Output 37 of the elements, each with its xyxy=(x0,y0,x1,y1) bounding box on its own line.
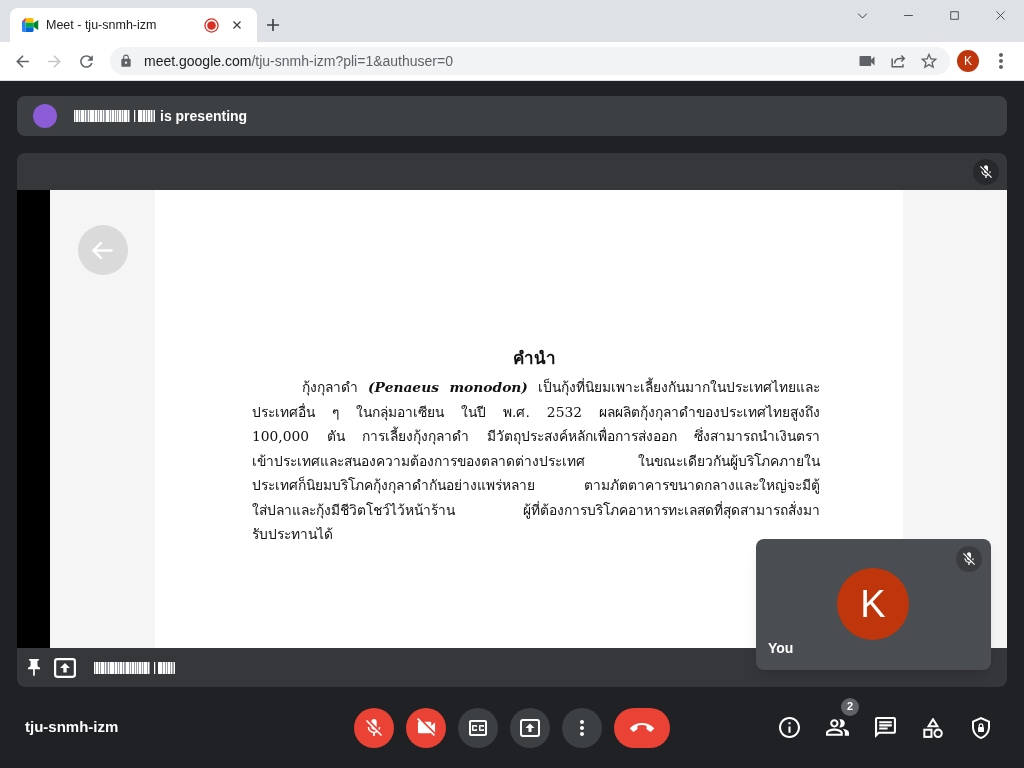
profile-button[interactable]: K xyxy=(957,50,979,72)
end-call-button[interactable] xyxy=(614,707,670,748)
shield-lock-icon[interactable] xyxy=(972,716,990,739)
browser-tab[interactable]: Meet - tju-snmh-izm xyxy=(10,8,257,42)
more-options-button[interactable] xyxy=(562,707,602,748)
people-icon[interactable] xyxy=(825,719,849,736)
pin-icon[interactable] xyxy=(28,658,40,677)
participant-count-badge: 2 xyxy=(841,697,859,716)
cc-icon xyxy=(469,719,487,736)
phone-hangup-icon xyxy=(630,723,654,732)
address-bar[interactable]: meet.google.com/tju-snmh-izm?pli=1&authuser=0 xyxy=(110,47,950,75)
shapes-icon[interactable] xyxy=(923,717,943,738)
document-paragraph: กุ้งกุลาดำ (Penaeus monodon) เป็นกุ้งที่นิยมเพาะเลี้ยงกันมากในประเทศไทยและ ประเทศอื่น ๆ ในกลุ่มอาเซียน ในปี พ.ศ. 2532 ผลผลิตกุ้งกุลาดำของประเทศไทยสูงถึง 100,000 ตัน การเลี้ยงกุ้งกุลาดำ มีวัตถุประสงค์หลักเพื่อการส่งออก ซึ่งสามารถนำเงินตรา เข้าประเทศและสนองความต้องการของตลาดต่างประเทศ ในขณะเดียวกันผู้บริโภคภายใน ประเทศก็นิยมบริโภคกุ้งกุลาดำกันอย่างแพร่หลาย ตามภัตตาคารขนาดกลางและใหญ่จะมีตู้ ใส่ปลาและกุ้งมีชีวิตโชว์ไว้หน้าร้าน ผู้ที่ต้องการบริโภคอาหารทะเลสดที่สุดสามารถสั่งมา รับประทานได้ xyxy=(252,376,820,544)
avatar-initial: K xyxy=(837,568,909,640)
camera-button[interactable] xyxy=(406,707,446,748)
avatar-icon xyxy=(33,104,57,128)
url-text: meet.google.com/tju-snmh-izm?pli=1&authuser=0 xyxy=(144,51,453,71)
document-heading: คำนำ xyxy=(512,347,557,370)
arrow-left-icon xyxy=(91,240,114,260)
present-screen-icon[interactable] xyxy=(54,657,76,678)
present-button[interactable] xyxy=(510,707,550,748)
meeting-code: tju-snmh-izm xyxy=(25,717,119,738)
participant-name: You xyxy=(768,640,794,656)
lock-icon xyxy=(119,54,133,68)
present-screen-icon xyxy=(520,718,540,737)
info-icon[interactable] xyxy=(778,717,800,738)
chat-icon[interactable] xyxy=(874,717,896,738)
more-vertical-icon[interactable] xyxy=(999,53,1003,69)
presenting-text: is presenting xyxy=(160,106,248,126)
star-icon[interactable] xyxy=(919,51,939,71)
camera-off-icon xyxy=(416,718,436,737)
mic-off-icon xyxy=(365,718,383,737)
captions-button[interactable] xyxy=(458,707,498,748)
more-vertical-icon xyxy=(580,719,584,736)
camera-logo-icon xyxy=(22,18,39,32)
plus-icon[interactable] xyxy=(264,16,282,34)
mic-button[interactable] xyxy=(354,707,394,748)
